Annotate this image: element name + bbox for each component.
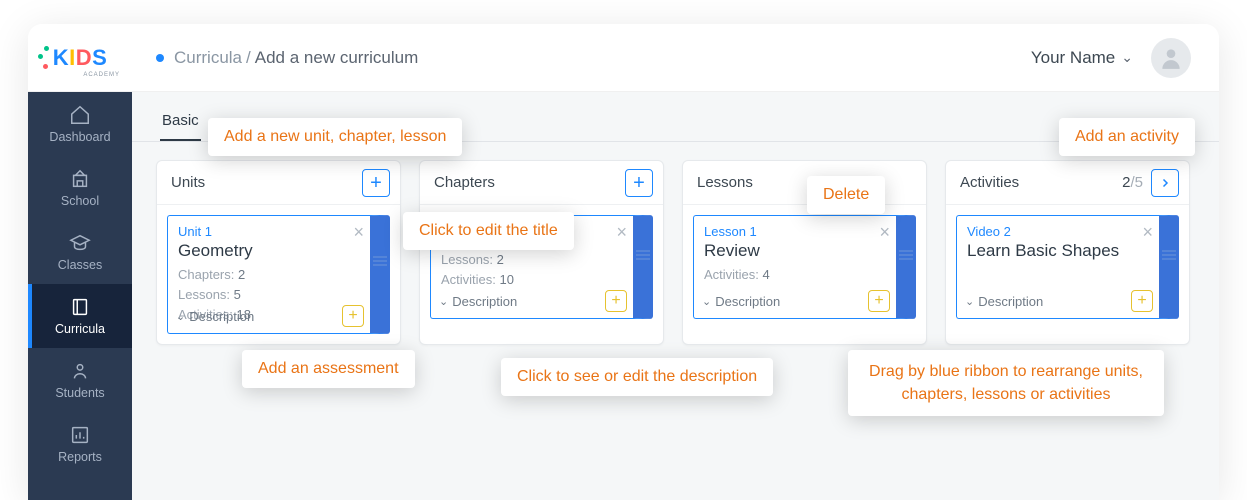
chevron-down-icon[interactable]: ⌄ (1121, 49, 1133, 66)
tooltip-delete: Delete (807, 176, 885, 214)
sidebar-item-curricula[interactable]: Curricula (28, 284, 132, 348)
breadcrumb-separator: / (246, 48, 251, 68)
main-area: Basic Units + × Unit 1 Geometry C (132, 92, 1219, 500)
card-subtitle[interactable]: Video 2 (967, 224, 1149, 239)
drag-handle-icon[interactable] (1162, 247, 1176, 262)
chevron-down-icon: ⌄ (702, 295, 711, 308)
tooltip-add-assessment: Add an assessment (242, 350, 415, 388)
chart-icon (69, 424, 91, 446)
sidebar: Dashboard School Classes Curricula Stude… (28, 92, 132, 500)
chevron-down-icon: ⌄ (439, 295, 448, 308)
card-title[interactable]: Learn Basic Shapes (967, 241, 1149, 261)
chevron-right-icon (1159, 177, 1171, 189)
sidebar-item-classes[interactable]: Classes (28, 220, 132, 284)
description-toggle[interactable]: ⌄Description (702, 294, 780, 309)
tooltip-drag-ribbon: Drag by blue ribbon to rearrange units, … (848, 350, 1164, 416)
card-title[interactable]: Geometry (178, 241, 360, 261)
column-title: Units (171, 174, 362, 191)
brand-logo: KIDS ACADEMY (28, 24, 132, 92)
sidebar-item-students[interactable]: Students (28, 348, 132, 412)
tab-basic[interactable]: Basic (160, 106, 201, 141)
window: Curricula / Add a new curriculum Your Na… (28, 24, 1219, 500)
next-activity-button[interactable] (1151, 169, 1179, 197)
close-icon[interactable]: × (879, 222, 890, 243)
home-icon (69, 104, 91, 126)
sidebar-item-dashboard[interactable]: Dashboard (28, 92, 132, 156)
close-icon[interactable]: × (616, 222, 627, 243)
add-unit-button[interactable]: + (362, 169, 390, 197)
card-title[interactable]: Review (704, 241, 886, 261)
add-assessment-button[interactable]: + (1131, 290, 1153, 312)
chevron-down-icon: ⌄ (965, 295, 974, 308)
card-meta: Activities: 4 (704, 265, 886, 285)
column-title: Chapters (434, 174, 625, 191)
activity-card[interactable]: × Video 2 Learn Basic Shapes ⌄Descriptio… (956, 215, 1179, 319)
graduation-cap-icon (69, 232, 91, 254)
app-root: KIDS ACADEMY Curricula / Add a new curri… (0, 0, 1247, 500)
column-lessons: Lessons + × Lesson 1 Review Activities: … (682, 160, 927, 345)
user-name-label[interactable]: Your Name (1031, 48, 1115, 68)
breadcrumb-current: Add a new curriculum (255, 48, 418, 68)
columns-row: Units + × Unit 1 Geometry Chapters: 2 Le… (132, 142, 1219, 363)
school-icon (69, 168, 91, 190)
drag-handle-icon[interactable] (373, 253, 387, 268)
description-toggle[interactable]: ⌄Description (176, 309, 254, 324)
drag-handle-icon[interactable] (899, 247, 913, 262)
add-assessment-button[interactable]: + (605, 290, 627, 312)
add-chapter-button[interactable]: + (625, 169, 653, 197)
sidebar-item-school[interactable]: School (28, 156, 132, 220)
tooltip-add-unit: Add a new unit, chapter, lesson (208, 118, 462, 156)
activities-count: 2/5 (1122, 174, 1143, 191)
column-units: Units + × Unit 1 Geometry Chapters: 2 Le… (156, 160, 401, 345)
breadcrumb-root[interactable]: Curricula (174, 48, 242, 68)
tooltip-edit-title: Click to edit the title (403, 212, 574, 250)
tooltip-add-activity: Add an activity (1059, 118, 1195, 156)
student-icon (69, 360, 91, 382)
description-toggle[interactable]: ⌄Description (965, 294, 1043, 309)
chevron-down-icon: ⌄ (176, 310, 185, 323)
close-icon[interactable]: × (1142, 222, 1153, 243)
lesson-card[interactable]: × Lesson 1 Review Activities: 4 ⌄Descrip… (693, 215, 916, 319)
tooltip-edit-description: Click to see or edit the description (501, 358, 773, 396)
add-assessment-button[interactable]: + (868, 290, 890, 312)
breadcrumb-indicator-icon (156, 54, 164, 62)
card-meta: Lessons: 2 Activities: 10 (441, 250, 623, 290)
card-subtitle[interactable]: Unit 1 (178, 224, 360, 239)
book-icon (69, 296, 91, 318)
close-icon[interactable]: × (353, 222, 364, 243)
column-chapters: Chapters + × Data Lessons: 2 Activities:… (419, 160, 664, 345)
avatar[interactable] (1151, 38, 1191, 78)
topbar: Curricula / Add a new curriculum Your Na… (28, 24, 1219, 92)
column-title: Activities (960, 174, 1122, 191)
description-toggle[interactable]: ⌄Description (439, 294, 517, 309)
card-subtitle[interactable]: Lesson 1 (704, 224, 886, 239)
sidebar-item-reports[interactable]: Reports (28, 412, 132, 476)
unit-card[interactable]: × Unit 1 Geometry Chapters: 2 Lessons: 5… (167, 215, 390, 334)
add-assessment-button[interactable]: + (342, 305, 364, 327)
drag-handle-icon[interactable] (636, 247, 650, 262)
column-activities: Activities 2/5 × Video 2 Learn Basic Sha… (945, 160, 1190, 345)
